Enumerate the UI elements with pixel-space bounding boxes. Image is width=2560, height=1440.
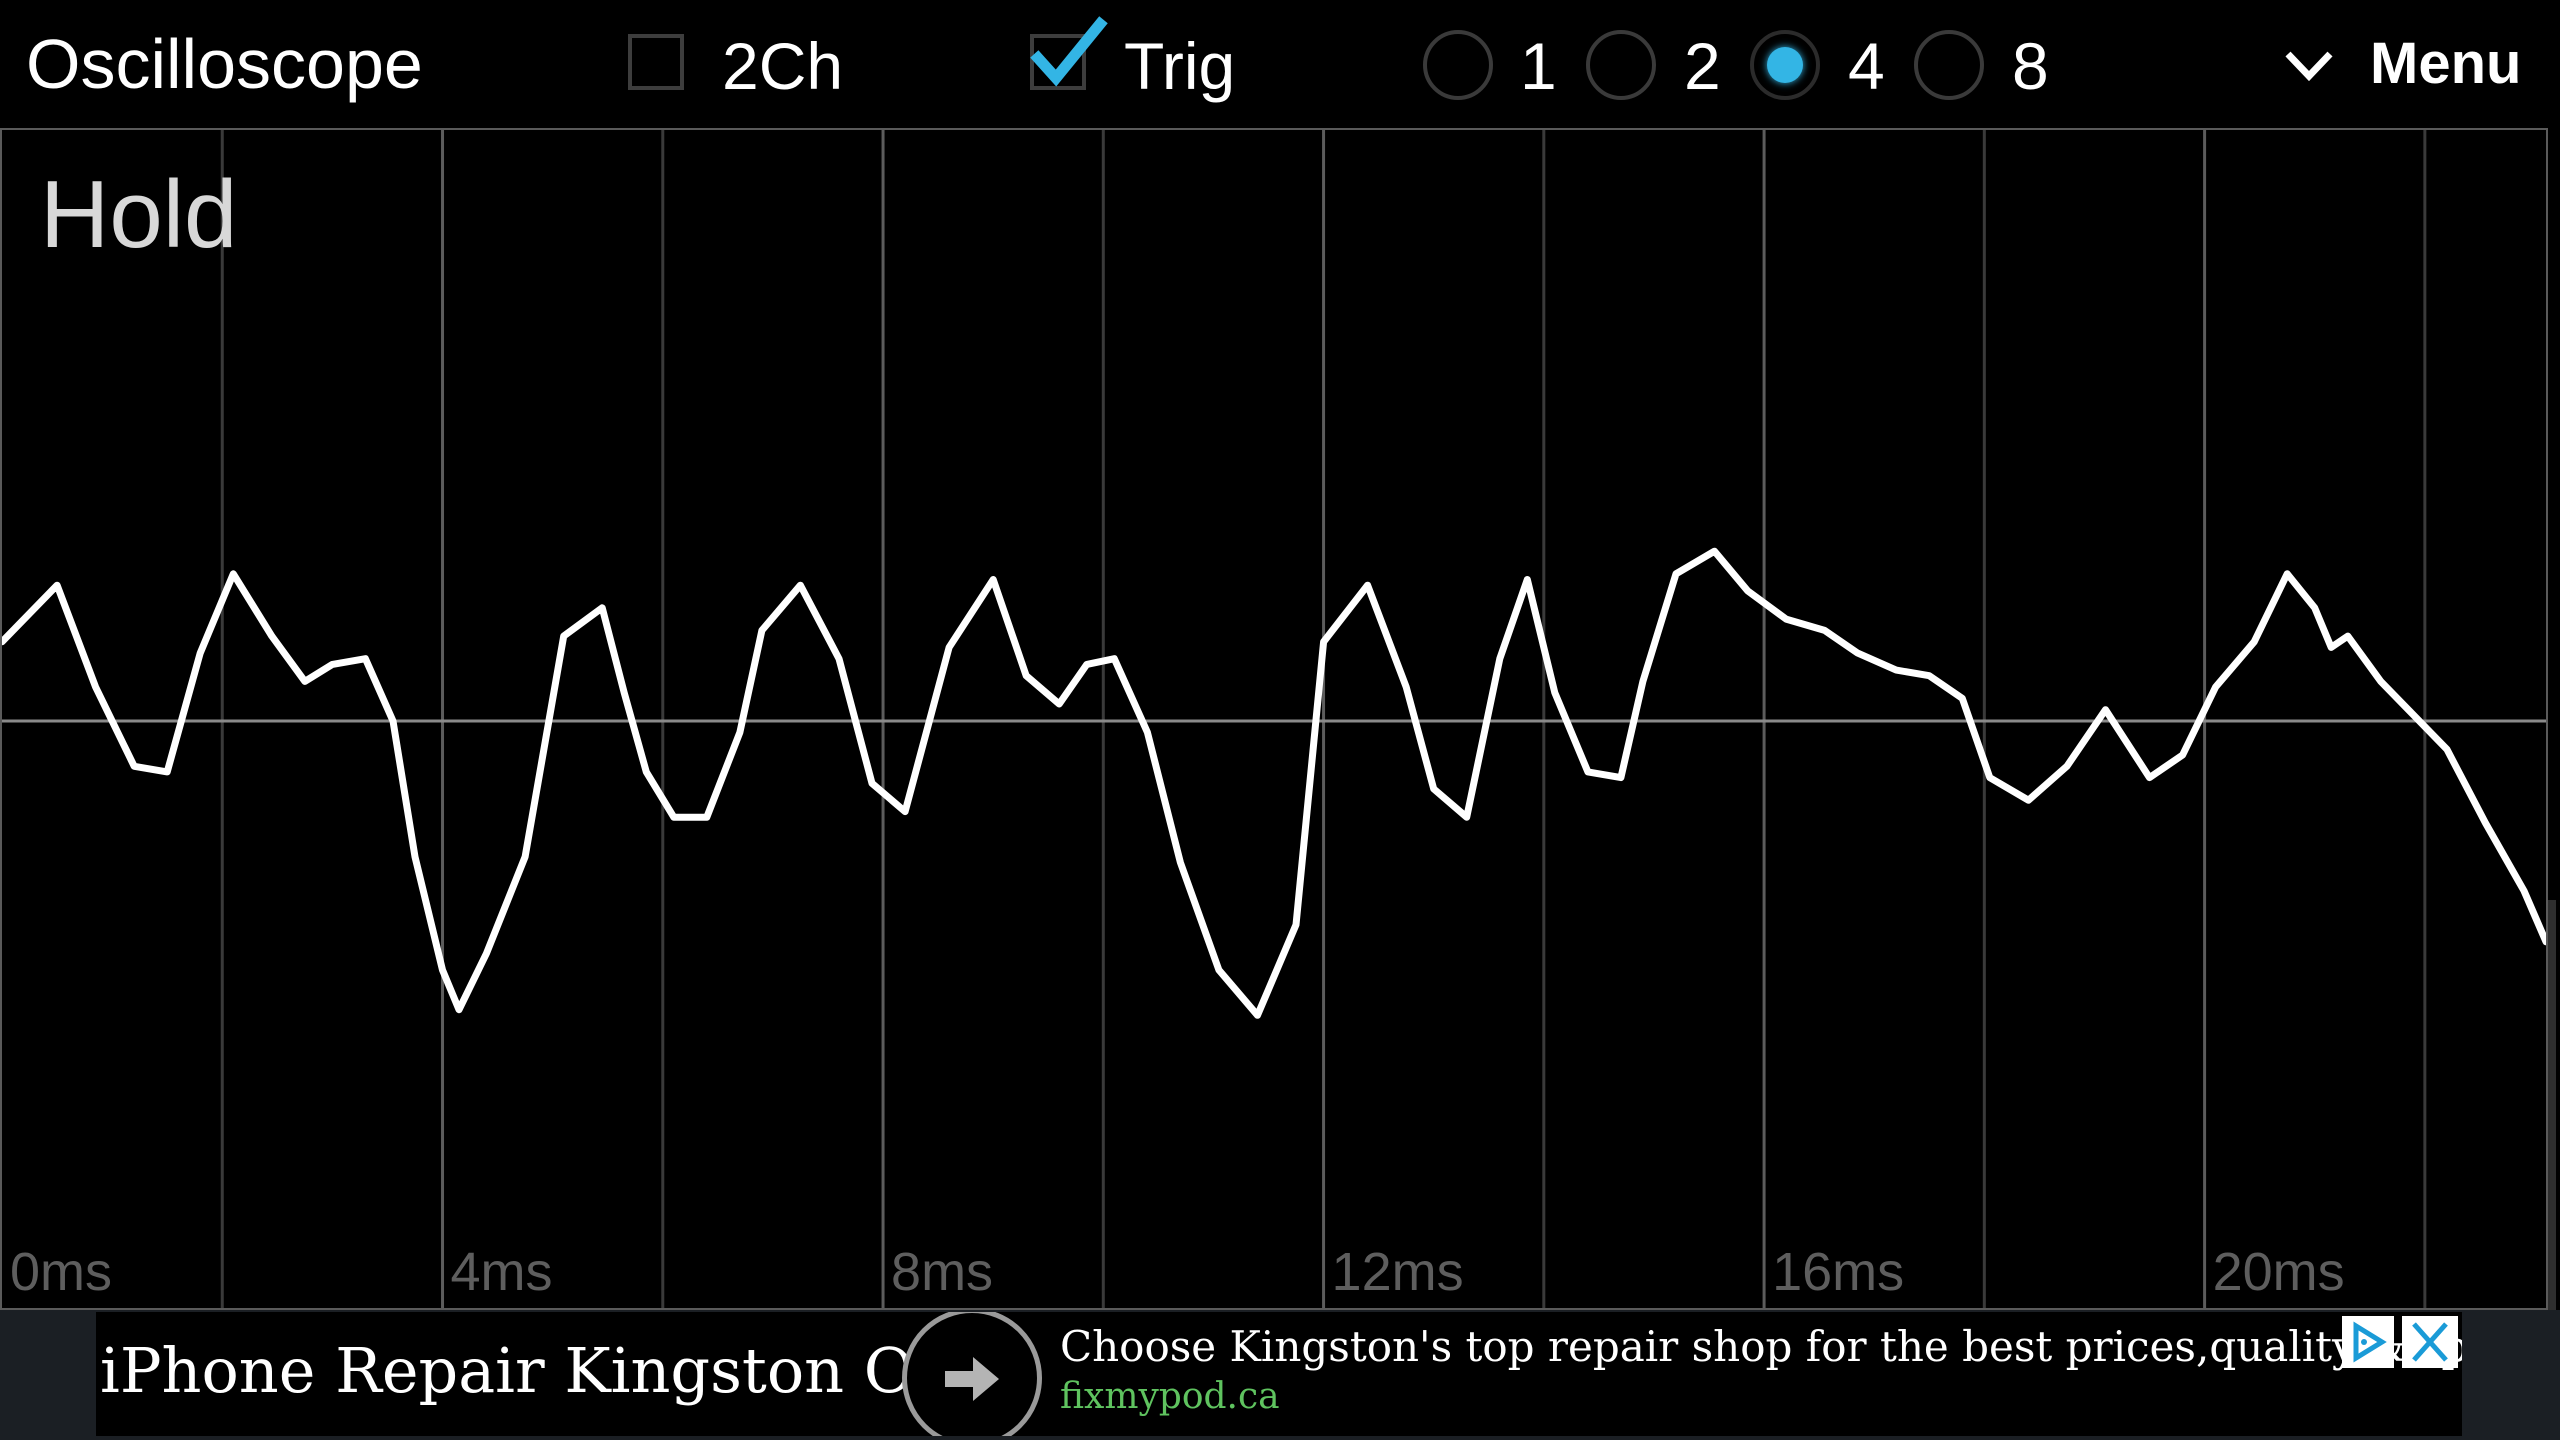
- two-channel-label[interactable]: 2Ch: [722, 28, 843, 104]
- checkmark-icon: [1030, 16, 1108, 87]
- action-bar: Oscilloscope 2Ch Trig 1 2 4 8 Menu: [0, 0, 2560, 128]
- ad-arrow-button[interactable]: [902, 1312, 1042, 1436]
- scale-radio-4[interactable]: [1750, 30, 1820, 100]
- trigger-checkbox[interactable]: [1030, 16, 1108, 90]
- scale-radio-8-label[interactable]: 8: [2012, 28, 2049, 104]
- close-icon[interactable]: [2402, 1316, 2458, 1368]
- x-tick-label: 8ms: [891, 1242, 993, 1302]
- ad-choices-icon[interactable]: [2342, 1316, 2394, 1368]
- menu-button[interactable]: Menu: [2270, 24, 2530, 104]
- waveform-trace: [2, 547, 2546, 1019]
- scale-radio-2-label[interactable]: 2: [1684, 28, 1721, 104]
- chevron-down-icon: [2285, 51, 2333, 82]
- x-tick-label: 4ms: [451, 1242, 553, 1302]
- scope-chart: 0ms 4ms 8ms 12ms 16ms 20ms: [2, 130, 2546, 1308]
- scale-radio-2[interactable]: [1586, 30, 1656, 100]
- scrollbar[interactable]: [2548, 900, 2556, 1310]
- ad-headline[interactable]: iPhone Repair Kingston ON: [100, 1334, 969, 1407]
- x-tick-label: 16ms: [1772, 1242, 1904, 1302]
- hold-status[interactable]: Hold: [40, 160, 237, 270]
- arrow-right-icon: [945, 1357, 999, 1401]
- scale-radio-1-label[interactable]: 1: [1520, 28, 1557, 104]
- scale-radio-4-label[interactable]: 4: [1848, 28, 1885, 104]
- ad-url[interactable]: fixmypod.ca: [1060, 1376, 1280, 1417]
- radio-selected-dot: [1767, 47, 1803, 83]
- x-tick-label: 20ms: [2213, 1242, 2345, 1302]
- menu-label: Menu: [2370, 31, 2522, 96]
- x-tick-label: 12ms: [1332, 1242, 1464, 1302]
- x-tick-label: 0ms: [10, 1242, 112, 1302]
- scale-radio-8[interactable]: [1914, 30, 1984, 100]
- trigger-label[interactable]: Trig: [1124, 28, 1235, 104]
- two-channel-checkbox[interactable]: [628, 34, 684, 90]
- app-title: Oscilloscope: [26, 25, 423, 103]
- scope-display[interactable]: 0ms 4ms 8ms 12ms 16ms 20ms Hold: [0, 128, 2548, 1310]
- ad-description[interactable]: Choose Kingston's top repair shop for th…: [1060, 1322, 2462, 1371]
- scale-radio-1[interactable]: [1423, 30, 1493, 100]
- ad-banner[interactable]: iPhone Repair Kingston ON Choose Kingsto…: [96, 1312, 2462, 1436]
